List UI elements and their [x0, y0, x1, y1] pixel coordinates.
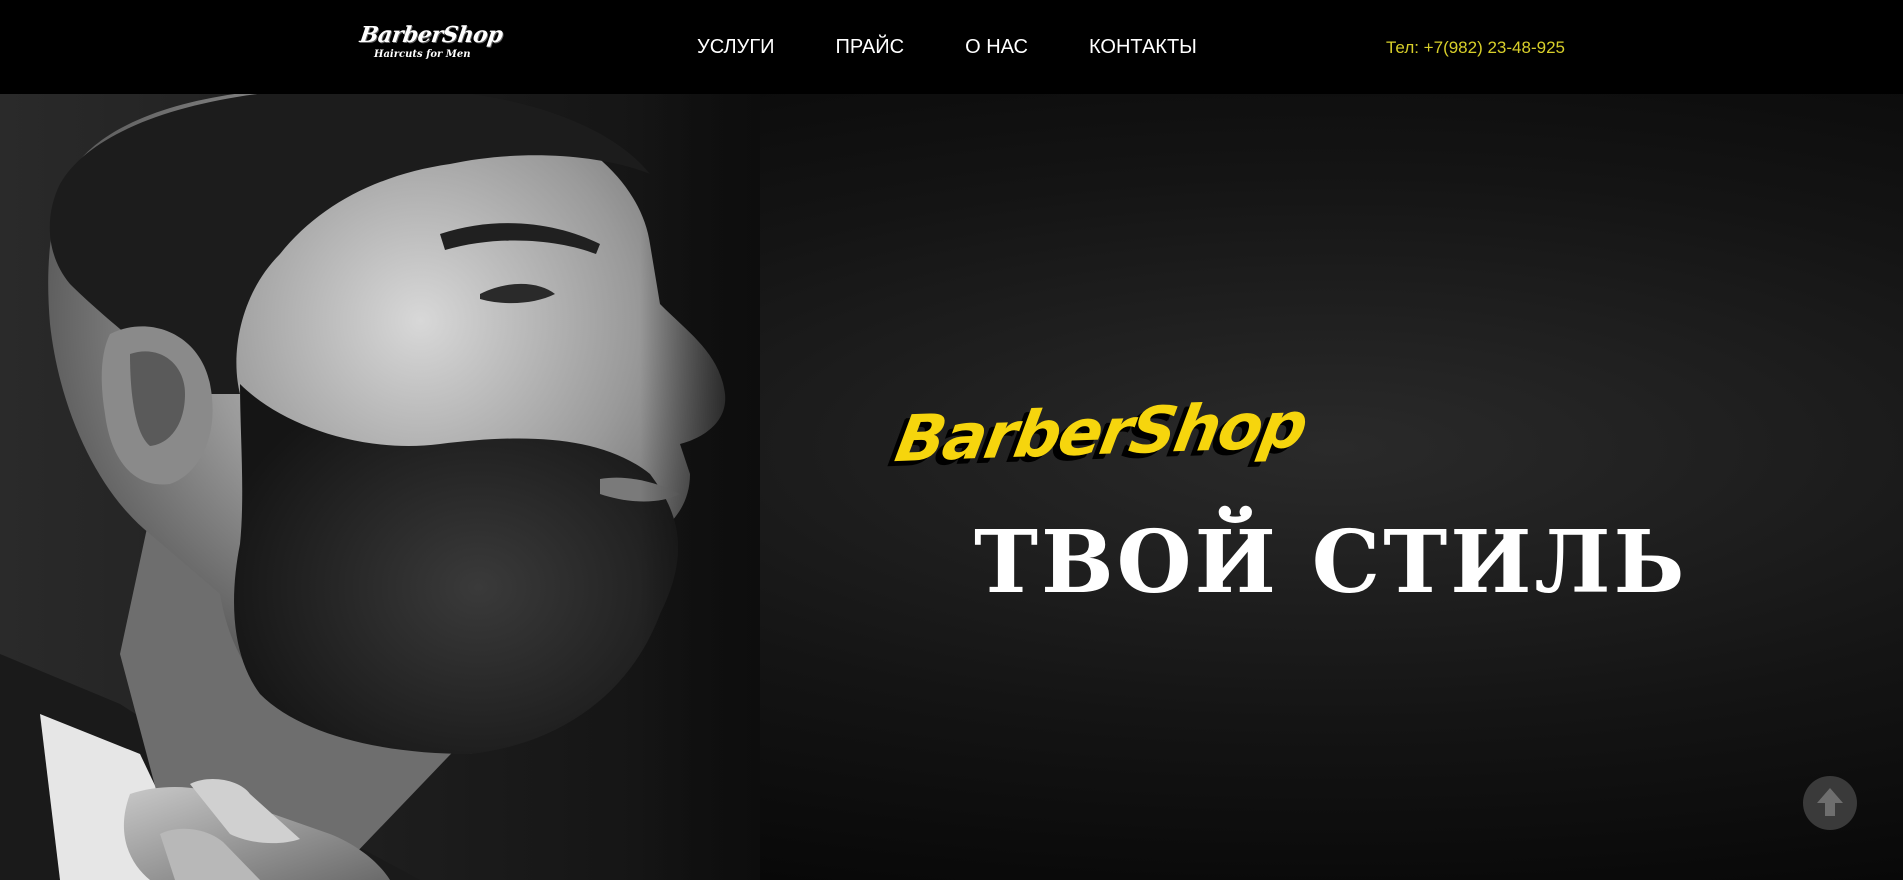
hero-brand-title: BarberShop	[890, 388, 1312, 478]
header: BarberShop Haircuts for Men УСЛУГИ ПРАЙС…	[0, 0, 1903, 94]
logo-title: BarberShop	[358, 22, 505, 48]
nav-item-contacts[interactable]: КОНТАКТЫ	[1089, 36, 1197, 59]
scroll-to-top-button[interactable]	[1803, 776, 1857, 830]
page: BarberShop Haircuts for Men УСЛУГИ ПРАЙС…	[0, 0, 1903, 880]
logo[interactable]: BarberShop Haircuts for Men	[358, 22, 505, 66]
hero-section: BarberShop ТВОЙ СТИЛЬ	[0, 94, 1903, 880]
main-nav: УСЛУГИ ПРАЙС О НАС КОНТАКТЫ	[697, 36, 1197, 59]
nav-item-price[interactable]: ПРАЙС	[836, 36, 905, 59]
logo-subtitle: Haircuts for Men	[374, 49, 471, 60]
nav-item-services[interactable]: УСЛУГИ	[697, 36, 775, 59]
phone-number[interactable]: Тел: +7(982) 23-48-925	[1386, 38, 1565, 58]
arrow-up-icon	[1817, 788, 1843, 816]
nav-item-about[interactable]: О НАС	[965, 36, 1028, 59]
hero-headline: ТВОЙ СТИЛЬ	[974, 512, 1688, 613]
hero-portrait-image	[0, 94, 760, 880]
